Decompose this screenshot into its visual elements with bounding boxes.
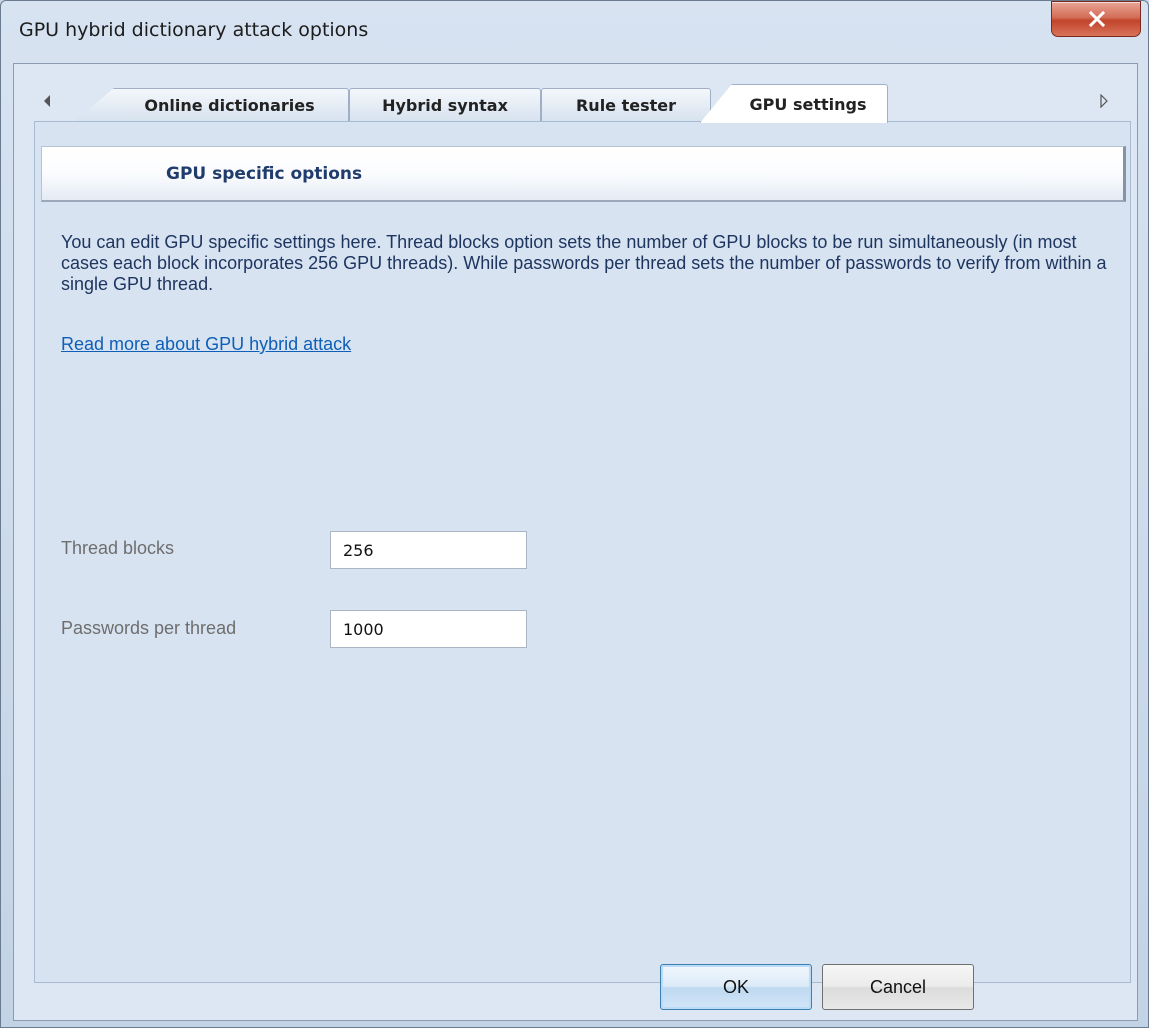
thread-blocks-input[interactable] [330, 531, 527, 569]
passwords-per-thread-input[interactable] [330, 610, 527, 648]
title-bar[interactable]: GPU hybrid dictionary attack options [1, 1, 1148, 63]
cancel-button[interactable]: Cancel [822, 964, 974, 1010]
tab-label: Hybrid syntax [382, 96, 508, 115]
close-button[interactable] [1051, 1, 1141, 37]
thread-blocks-label: Thread blocks [61, 538, 175, 558]
scroll-right-icon[interactable] [1099, 93, 1109, 112]
tab-label: GPU settings [749, 94, 867, 114]
close-icon [1088, 11, 1106, 27]
section-title: GPU specific options [166, 164, 363, 184]
tab-gpu-settings[interactable]: GPU settings [700, 84, 888, 123]
ok-button[interactable]: OK [660, 964, 812, 1010]
tab-strip: Online dictionaries Hybrid syntax Rule t… [74, 84, 934, 123]
tab-online-dictionaries[interactable]: Online dictionaries [74, 88, 349, 122]
dialog-window: GPU hybrid dictionary attack options Onl… [0, 0, 1149, 1028]
tab-rule-tester[interactable]: Rule tester [541, 88, 711, 122]
window-title: GPU hybrid dictionary attack options [19, 19, 369, 41]
scroll-left-icon[interactable] [42, 94, 52, 112]
gpu-settings-panel: GPU specific options You can edit GPU sp… [34, 121, 1131, 983]
tab-label: Online dictionaries [144, 96, 315, 115]
section-header: GPU specific options [41, 146, 1126, 202]
tab-label: Rule tester [575, 96, 677, 115]
passwords-per-thread-label: Passwords per thread [61, 618, 237, 638]
dialog-client-area: Online dictionaries Hybrid syntax Rule t… [13, 63, 1138, 1021]
tab-hybrid-syntax[interactable]: Hybrid syntax [349, 88, 541, 122]
section-description: You can edit GPU specific settings here.… [61, 232, 1107, 294]
read-more-link[interactable]: Read more about GPU hybrid attack [61, 334, 351, 355]
